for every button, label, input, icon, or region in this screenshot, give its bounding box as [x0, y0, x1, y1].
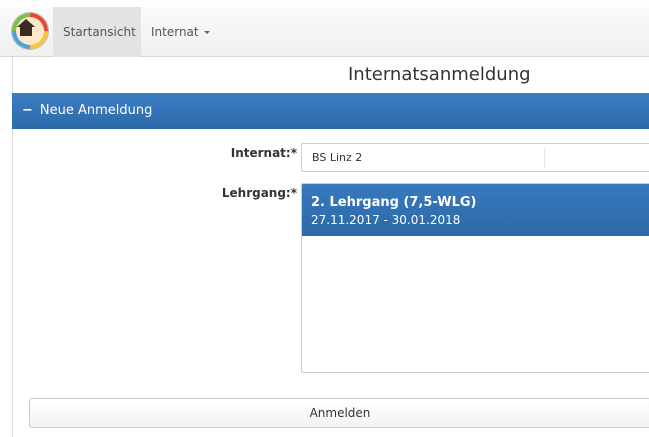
logo-house — [20, 27, 32, 36]
nav-tab-startansicht[interactable]: Startansicht — [53, 7, 141, 57]
minus-icon[interactable]: − — [22, 103, 33, 118]
page-title-text: Internatsanmeldung — [348, 64, 531, 85]
section-title: Neue Anmeldung — [39, 103, 153, 118]
lehrgang-label: Lehrgang:* — [221, 186, 297, 200]
nav-tab-internat[interactable]: Internat — [141, 7, 220, 57]
nav-tab-label: Startansicht — [63, 25, 136, 39]
top-edge — [0, 0, 649, 7]
internat-select[interactable]: BS Linz 2 — [301, 143, 649, 172]
anmelden-button[interactable]: Anmelden — [29, 398, 649, 428]
page-title: Internatsanmeldung — [12, 57, 649, 93]
lehrgang-option-title: 2. Lehrgang (7,5-WLG) — [311, 195, 477, 210]
internat-value: BS Linz 2 — [312, 151, 363, 164]
lehrgang-listbox[interactable]: 2. Lehrgang (7,5-WLG) 27.11.2017 - 30.01… — [301, 183, 649, 373]
section-header-bar[interactable]: − Neue Anmeldung — [12, 93, 649, 129]
field-divider — [544, 148, 545, 168]
house-logo-icon[interactable] — [12, 13, 48, 49]
lehrgang-option-dates: 27.11.2017 - 30.01.2018 — [311, 213, 461, 227]
lehrgang-option[interactable]: 2. Lehrgang (7,5-WLG) 27.11.2017 - 30.01… — [302, 184, 649, 236]
caret-down-icon — [203, 31, 210, 34]
internat-label: Internat:* — [230, 146, 297, 160]
logo-roof — [17, 19, 35, 27]
nav-tab-label: Internat — [151, 25, 199, 39]
